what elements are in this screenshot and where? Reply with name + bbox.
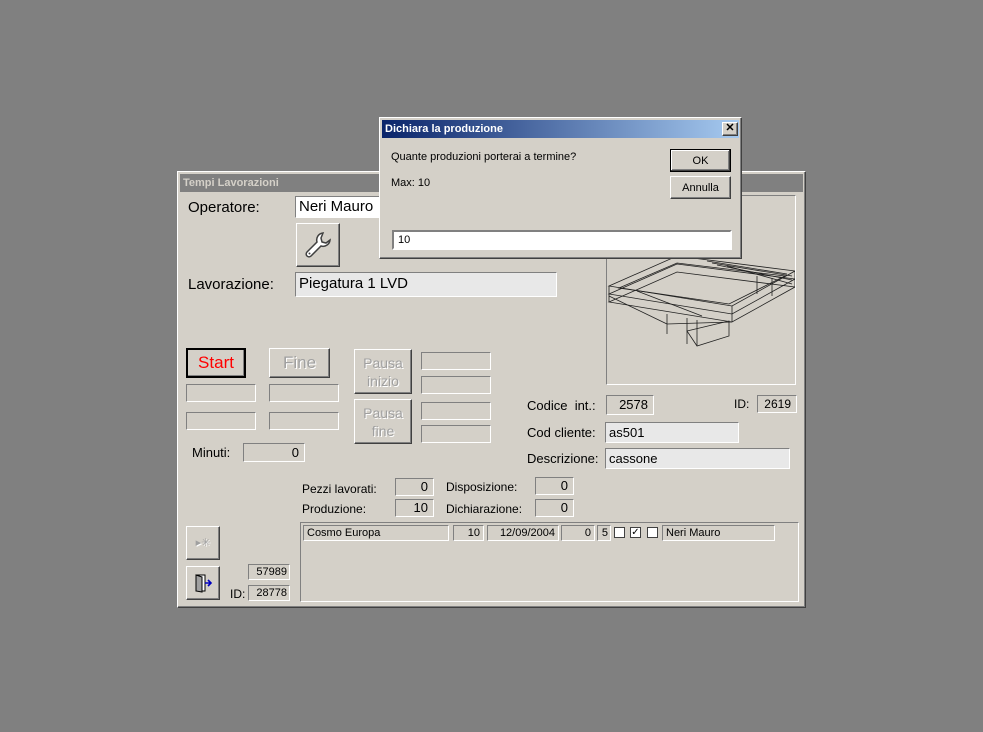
minuti-field: 0 — [243, 443, 305, 462]
dialog-title: Dichiara la produzione — [382, 120, 739, 138]
exit-door-icon — [195, 574, 213, 593]
codice-int-label: Codice int.: — [527, 398, 596, 413]
bottom-id-field: 28778 — [248, 585, 290, 601]
descrizione-label: Descrizione: — [527, 451, 599, 466]
dichiarazione-label: Dichiarazione: — [446, 502, 523, 516]
disposizione-field: 0 — [535, 477, 574, 495]
grid-cliente-cell[interactable]: Cosmo Europa — [303, 525, 449, 541]
grid-data-cell[interactable]: 12/09/2004 — [487, 525, 559, 541]
fine-button[interactable]: Fine — [269, 348, 330, 378]
operatore-label: Operatore: — [188, 199, 260, 216]
dichiarazione-field: 0 — [535, 499, 574, 517]
operatore-field[interactable]: Neri Mauro — [295, 196, 385, 218]
annulla-button[interactable]: Annulla — [670, 176, 731, 199]
production-grid: Cosmo Europa 10 12/09/2004 0 5 ✓ Neri Ma… — [300, 522, 799, 602]
cod-cliente-field[interactable]: as501 — [605, 422, 739, 443]
wrench-icon — [305, 232, 331, 258]
lavorazione-field[interactable]: Piegatura 1 LVD — [295, 272, 557, 297]
pausa-inizio-button[interactable]: Pausa inizio — [354, 349, 412, 394]
grid-checkbox-3[interactable] — [647, 527, 658, 538]
pausa-fine-button[interactable]: Pausa fine — [354, 399, 412, 444]
grid-c1-cell[interactable]: 0 — [561, 525, 595, 541]
table-row[interactable]: Cosmo Europa 10 12/09/2004 0 5 ✓ Neri Ma… — [303, 525, 797, 543]
dichiara-produzione-dialog: Dichiara la produzione ✕ Quante produzio… — [379, 117, 742, 259]
pausa-inizio-field-2 — [421, 376, 491, 394]
minuti-label: Minuti: — [192, 445, 231, 460]
grid-checkbox-1[interactable] — [614, 527, 625, 538]
produzione-field: 10 — [395, 499, 434, 517]
disposizione-label: Disposizione: — [446, 480, 518, 494]
cod-cliente-label: Cod cliente: — [527, 425, 596, 440]
dialog-close-button[interactable]: ✕ — [722, 122, 738, 136]
pausa-inizio-field-1 — [421, 352, 491, 370]
produzioni-input[interactable] — [392, 230, 732, 250]
dialog-max-text: Max: 10 — [391, 177, 431, 189]
close-icon: ✕ — [725, 122, 735, 134]
fine-time-field — [269, 384, 339, 402]
fine-date-field — [269, 412, 339, 430]
start-time-field — [186, 384, 256, 402]
grid-c2-cell[interactable]: 5 — [597, 525, 611, 541]
descrizione-field[interactable]: cassone — [605, 448, 790, 469]
pausa-fine-field-1 — [421, 402, 491, 420]
exit-button[interactable] — [186, 566, 220, 600]
pausa-fine-field-2 — [421, 425, 491, 443]
settings-button[interactable] — [296, 223, 340, 267]
dialog-prompt: Quante produzioni porterai a termine? — [391, 151, 577, 163]
bottom-id-label: ID: — [230, 587, 246, 601]
grid-operatore-cell[interactable]: Neri Mauro — [662, 525, 775, 541]
record-number-field: 57989 — [248, 564, 290, 580]
grid-qta-cell[interactable]: 10 — [453, 525, 484, 541]
pezzi-lavorati-field: 0 — [395, 478, 434, 496]
pezzi-lavorati-label: Pezzi lavorati: — [302, 482, 377, 496]
produzione-label: Produzione: — [302, 502, 367, 516]
codice-int-field: 2578 — [606, 395, 654, 415]
id-label: ID: — [734, 397, 750, 411]
id-field: 2619 — [757, 395, 797, 413]
grid-checkbox-2[interactable]: ✓ — [630, 527, 641, 538]
new-record-button[interactable]: ▸✳ — [186, 526, 220, 560]
start-button[interactable]: Start — [186, 348, 246, 378]
lavorazione-label: Lavorazione: — [188, 276, 274, 293]
start-date-field — [186, 412, 256, 430]
ok-button[interactable]: OK — [670, 149, 731, 172]
new-record-icon: ▸✳ — [195, 537, 211, 549]
